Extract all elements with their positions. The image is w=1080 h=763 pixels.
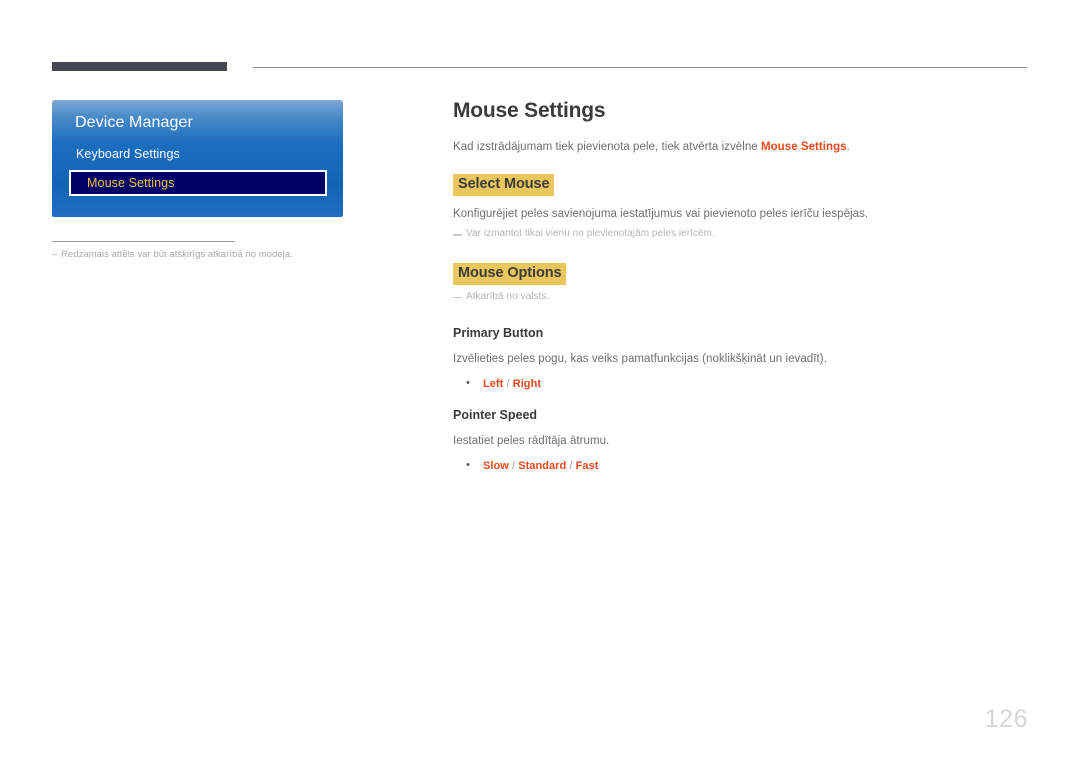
osd-menu-item-mouse-settings[interactable]: Mouse Settings: [69, 170, 327, 196]
section-heading-mouse-options: Mouse Options: [453, 263, 567, 285]
intro-accent-term: Mouse Settings: [760, 141, 847, 154]
section-note-select-mouse: Var izmantot tikai vienu no pievienotajā…: [453, 227, 1028, 241]
option-primary-button: Primary Button Izvēlieties peles pogu, k…: [453, 326, 1028, 391]
value-separator: /: [503, 377, 513, 390]
option-value: Slow: [483, 459, 509, 472]
intro-text-before: Kad izstrādājumam tiek pievienota pele, …: [453, 141, 761, 154]
footnote-text: Redzamais attēls var būt atšķirīgs atkar…: [61, 249, 293, 260]
option-title-pointer-speed: Pointer Speed: [453, 407, 538, 422]
content-column: Mouse Settings Kad izstrādājumam tiek pi…: [453, 98, 1028, 473]
section-mouse-options: Mouse Options Atkarībā no valsts.: [453, 263, 1028, 304]
option-title-primary-button: Primary Button: [453, 325, 544, 340]
option-value: Standard: [518, 459, 567, 472]
value-separator: /: [566, 459, 576, 472]
option-description-pointer-speed: Iestatiet peles rādītāja ātrumu.: [453, 434, 610, 447]
section-note-mouse-options: Atkarībā no valsts.: [453, 290, 1028, 304]
footnote-dash: –: [52, 249, 58, 260]
option-values-pointer-speed: Slow / Standard / Fast: [453, 457, 1028, 473]
section-heading-select-mouse: Select Mouse: [453, 173, 555, 196]
page-number: 126: [984, 705, 1028, 733]
osd-menu-item-mouse-settings-label: Mouse Settings: [87, 176, 175, 190]
footnote: – Redzamais attēls var būt atšķirīgs atka…: [52, 249, 293, 260]
header-thin-line: [253, 67, 1027, 68]
osd-menu-item-keyboard-settings[interactable]: Keyboard Settings: [76, 147, 180, 161]
option-value: Fast: [575, 459, 599, 472]
option-description-primary-button: Izvēlieties peles pogu, kas veiks pamatf…: [453, 352, 827, 365]
section-body-select-mouse: Konfigurējiet peles savienojuma iestatīj…: [453, 207, 869, 220]
value-separator: /: [508, 459, 519, 472]
osd-menu-panel: Device Manager Keyboard Settings Mouse S…: [52, 100, 343, 217]
option-value: Right: [512, 377, 542, 390]
option-values-primary-button: Left / Right: [453, 376, 1028, 391]
header-rule: [52, 62, 1027, 74]
section-select-mouse: Select Mouse Konfigurējiet peles savieno…: [453, 173, 1028, 241]
option-value: Left: [483, 377, 504, 390]
footnote-divider: [52, 241, 235, 242]
intro-paragraph: Kad izstrādājumam tiek pievienota pele, …: [453, 139, 1028, 156]
page-title: Mouse Settings: [453, 99, 606, 122]
intro-text-after: .: [846, 141, 850, 154]
osd-menu-title: Device Manager: [75, 114, 193, 131]
option-pointer-speed: Pointer Speed Iestatiet peles rādītāja ā…: [453, 408, 1028, 473]
header-accent-bar: [52, 62, 227, 71]
